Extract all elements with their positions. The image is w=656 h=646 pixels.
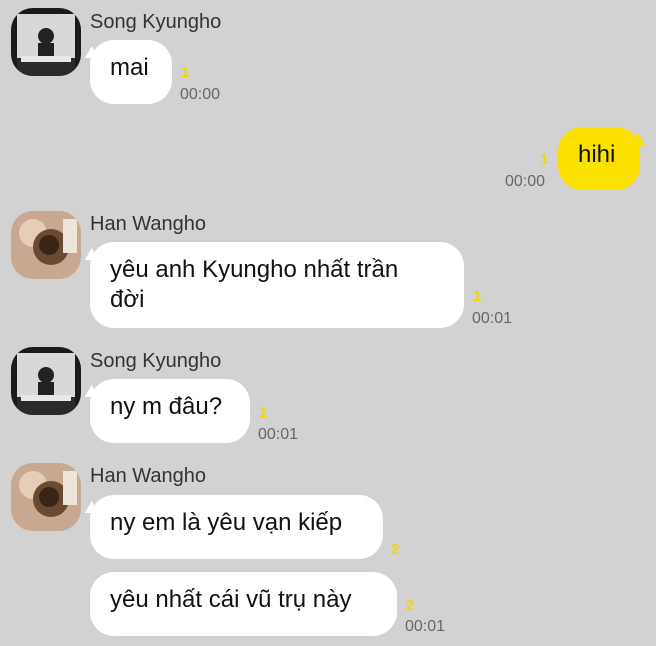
avatar-han-wangho[interactable] <box>11 211 81 279</box>
unread-count: 1 <box>473 288 482 305</box>
avatar-han-wangho[interactable] <box>11 463 81 531</box>
sender-name: Han Wangho <box>90 213 206 235</box>
message-text: hihi <box>578 141 616 168</box>
unread-count: 1 <box>540 151 549 168</box>
message-bubble[interactable]: mai <box>90 40 172 104</box>
message-text: mai <box>110 54 149 81</box>
message-text: ny em là yêu vạn kiếp <box>110 509 343 536</box>
avatar-image <box>11 463 81 531</box>
unread-count: 1 <box>259 404 268 421</box>
sender-name: Han Wangho <box>90 465 206 487</box>
message-time: 00:00 <box>180 86 221 103</box>
message-bubble[interactable]: yêu nhất cái vũ trụ này <box>90 572 397 636</box>
avatar-song-kyungho[interactable] <box>11 347 81 415</box>
avatar-image <box>11 8 81 76</box>
message-time: 00:01 <box>405 618 446 635</box>
message-text-line: đời <box>110 286 145 313</box>
message-text-line: yêu anh Kyungho nhất trần <box>110 256 399 283</box>
message-time: 00:01 <box>258 426 299 443</box>
avatar-image <box>11 211 81 279</box>
unread-count: 1 <box>181 64 190 81</box>
avatar-song-kyungho[interactable] <box>11 8 81 76</box>
sender-name: Song Kyungho <box>90 11 222 33</box>
message-bubble[interactable]: ny m đâu? <box>90 379 250 443</box>
message-bubble[interactable]: ny em là yêu vạn kiếp <box>90 495 383 559</box>
message-text: yêu nhất cái vũ trụ này <box>110 586 352 613</box>
unread-count: 2 <box>406 597 415 614</box>
sender-name: Song Kyungho <box>90 350 222 372</box>
message-text: ny m đâu? <box>110 393 223 420</box>
unread-count: 2 <box>391 541 400 558</box>
message-bubble[interactable]: yêu anh Kyungho nhất trần đời <box>90 242 464 328</box>
my-message-bubble[interactable]: hihi <box>558 127 640 190</box>
avatar-image <box>11 347 81 415</box>
message-time: 00:01 <box>472 310 513 327</box>
message-time: 00:00 <box>505 173 546 190</box>
